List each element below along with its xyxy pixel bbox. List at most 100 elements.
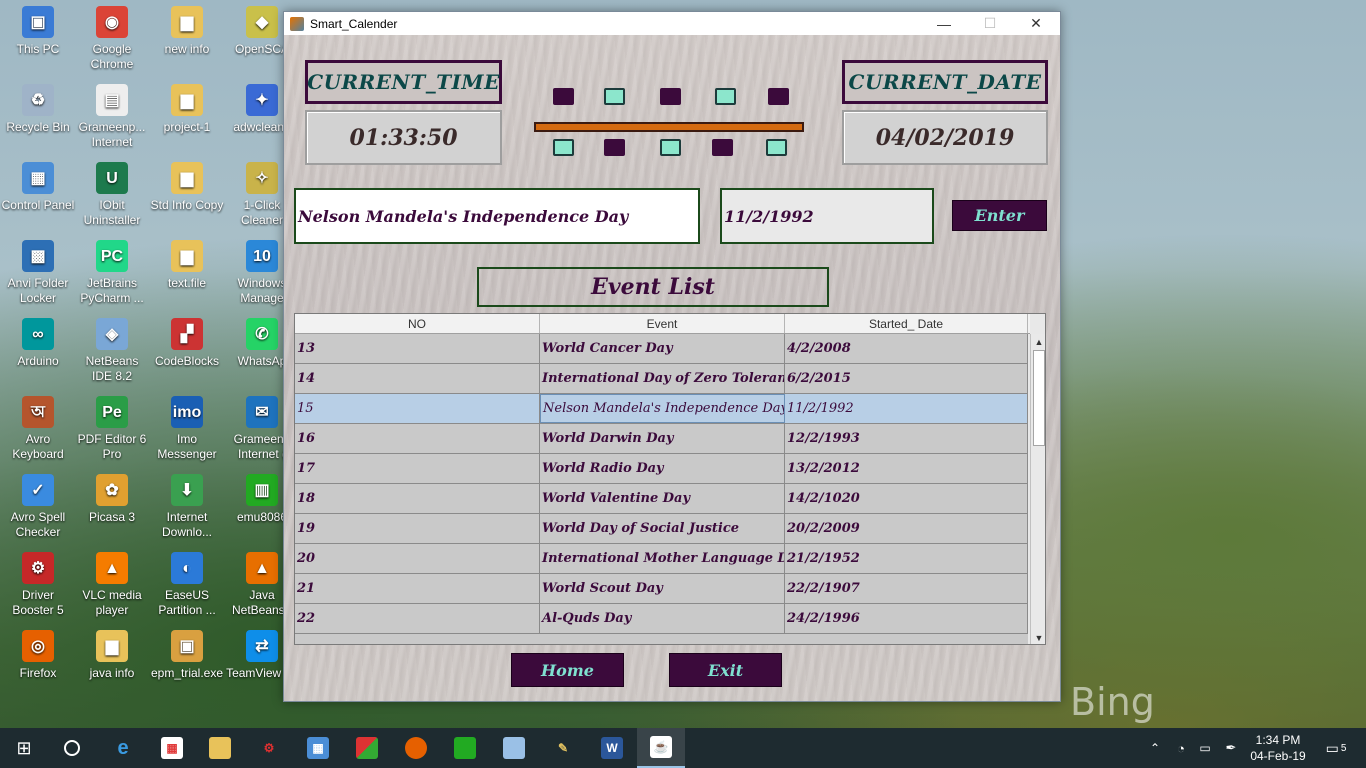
scroll-up-arrow-icon[interactable]: ▲ [1031,335,1045,349]
event-date-input[interactable]: 11/2/1992 [720,188,934,244]
pen-button[interactable]: ✒ [1218,728,1244,768]
cell-date[interactable]: 13/2/2012 [785,454,1028,483]
search-button[interactable] [48,728,96,768]
table-row[interactable]: 18 World Valentine Day 14/2/1020 [295,484,1028,514]
cell-date[interactable]: 21/2/1952 [785,544,1028,573]
column-header-event[interactable]: Event [540,314,785,333]
table-row[interactable]: 13 World Cancer Day 4/2/2008 [295,334,1028,364]
taskbar-paint[interactable]: ✎ [539,728,587,768]
table-scrollbar[interactable]: ▲ ▼ [1030,334,1045,644]
desktop-icon[interactable]: ▲ VLC media player [74,552,150,618]
network-button[interactable]: ◔ [1168,728,1194,768]
cell-date[interactable]: 6/2/2015 [785,364,1028,393]
cell-no[interactable]: 21 [295,574,540,603]
desktop-icon[interactable]: PC JetBrains PyCharm ... [74,240,150,306]
scroll-down-arrow-icon[interactable]: ▼ [1031,631,1045,644]
title-bar[interactable]: Smart_Calender — ☐ ✕ [284,12,1060,35]
desktop-icon[interactable]: ✓ Avro Spell Checker [0,474,76,540]
scroll-thumb[interactable] [1033,350,1045,446]
taskbar-word[interactable]: W [588,728,636,768]
minimize-button[interactable]: — [921,12,967,35]
taskbar-codeblocks[interactable] [343,728,391,768]
desktop-icon[interactable]: ▆ Std Info Copy [149,162,225,213]
cell-date[interactable]: 24/2/1996 [785,604,1028,633]
close-button[interactable]: ✕ [1013,12,1059,35]
cell-date[interactable]: 12/2/1993 [785,424,1028,453]
cell-no[interactable]: 14 [295,364,540,393]
column-header-started-date[interactable]: Started_ Date [785,314,1028,333]
desktop-icon[interactable]: ◐ EaseUS Partition ... [149,552,225,618]
cell-event[interactable]: International Day of Zero Tolerance to..… [540,364,785,393]
column-header-no[interactable]: NO [295,314,540,333]
taskbar-file-explorer[interactable] [196,728,244,768]
desktop-icon[interactable]: ◉ Google Chrome [74,6,150,72]
desktop-icon[interactable]: U IObit Uninstaller [74,162,150,228]
show-hidden-icons-button[interactable]: ⌃ [1140,728,1170,768]
desktop-icon[interactable]: ♻ Recycle Bin [0,84,76,135]
desktop-icon[interactable]: ▣ This PC [0,6,76,57]
taskbar-firefox[interactable] [392,728,440,768]
taskbar-emu8086[interactable] [441,728,489,768]
table-row[interactable]: 14International Day of Zero Tolerance to… [295,364,1028,394]
event-name-input[interactable]: Nelson Mandela's Independence Day [294,188,700,244]
table-row[interactable]: 19 World Day of Social Justice 20/2/2009 [295,514,1028,544]
cell-no[interactable]: 20 [295,544,540,573]
clock[interactable]: 1:34 PM 04-Feb-19 [1248,732,1308,764]
table-row[interactable]: 21 World Scout Day 22/2/1907 [295,574,1028,604]
cell-event[interactable]: Al-Quds Day [540,604,785,633]
desktop-icon[interactable]: ▣ epm_trial.exe [149,630,225,681]
cell-no[interactable]: 16 [295,424,540,453]
cell-no[interactable]: 17 [295,454,540,483]
taskbar-store[interactable]: ▦ [148,728,196,768]
maximize-button[interactable]: ☐ [967,12,1013,35]
cell-event[interactable]: World Scout Day [540,574,785,603]
table-row[interactable]: 20 International Mother Language Day 21/2/… [295,544,1028,574]
cell-event[interactable]: World Darwin Day [540,424,785,453]
cell-no[interactable]: 22 [295,604,540,633]
taskbar-edge[interactable]: e [99,728,147,768]
cell-no[interactable]: 15 [295,394,540,423]
cell-no[interactable]: 19 [295,514,540,543]
cell-event[interactable]: World Valentine Day [540,484,785,513]
desktop-icon[interactable]: ▞ CodeBlocks [149,318,225,369]
home-button[interactable]: Home [511,653,624,687]
enter-button[interactable]: Enter [952,200,1047,231]
desktop-icon[interactable]: ▆ project-1 [149,84,225,135]
desktop-icon[interactable]: ▆ text.file [149,240,225,291]
table-row[interactable]: 22 Al-Quds Day 24/2/1996 [295,604,1028,634]
exit-button[interactable]: Exit [669,653,782,687]
taskbar-control-panel[interactable]: ▦ [294,728,342,768]
desktop-icon[interactable]: ⚙ Driver Booster 5 [0,552,76,618]
cell-event[interactable]: World Day of Social Justice [540,514,785,543]
taskbar-driver-booster[interactable]: ⚙ [245,728,293,768]
cell-date[interactable]: 20/2/2009 [785,514,1028,543]
desktop-icon[interactable]: ◈ NetBeans IDE 8.2 [74,318,150,384]
desktop-icon[interactable]: ✿ Picasa 3 [74,474,150,525]
cell-date[interactable]: 4/2/2008 [785,334,1028,363]
desktop-icon[interactable]: ▦ Control Panel [0,162,76,213]
desktop-icon[interactable]: ▤ Grameenp... Internet [74,84,150,150]
desktop-icon[interactable]: ▆ new info [149,6,225,57]
table-row[interactable]: 16 World Darwin Day 12/2/1993 [295,424,1028,454]
cell-date[interactable]: 14/2/1020 [785,484,1028,513]
cell-date[interactable]: 11/2/1992 [785,394,1028,423]
desktop-icon[interactable]: ◎ Firefox [0,630,76,681]
cell-event[interactable]: World Cancer Day [540,334,785,363]
cell-no[interactable]: 13 [295,334,540,363]
cell-event[interactable]: International Mother Language Day [540,544,785,573]
cell-no[interactable]: 18 [295,484,540,513]
desktop-icon[interactable]: imo Imo Messenger [149,396,225,462]
desktop-icon[interactable]: ▩ Anvi Folder Locker [0,240,76,306]
battery-button[interactable]: ▭ [1192,728,1218,768]
table-row[interactable]: 15 Nelson Mandela's Independence Day 11/2/… [295,394,1028,424]
cell-date[interactable]: 22/2/1907 [785,574,1028,603]
cell-event[interactable]: Nelson Mandela's Independence Day [540,394,785,423]
desktop-icon[interactable]: অ Avro Keyboard [0,396,76,462]
desktop-icon[interactable]: ▆ java info [74,630,150,681]
desktop-icon[interactable]: Pe PDF Editor 6 Pro [74,396,150,462]
start-button[interactable]: ⊞ [0,728,48,768]
taskbar-java-app[interactable]: ☕ [637,728,685,768]
desktop-icon[interactable]: ⬇ Internet Downlo... [149,474,225,540]
table-row[interactable]: 17 World Radio Day 13/2/2012 [295,454,1028,484]
taskbar-netbeans[interactable] [490,728,538,768]
